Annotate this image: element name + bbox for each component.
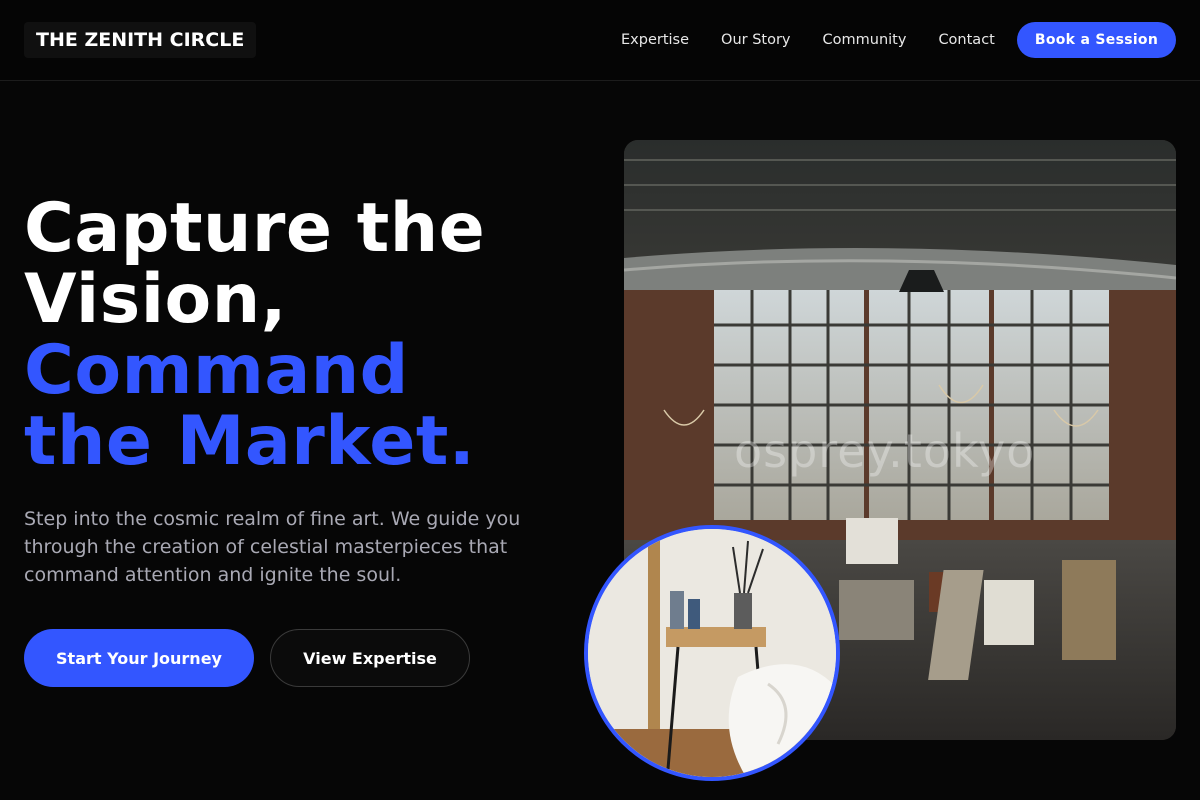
navbar: THE ZENITH CIRCLE Expertise Our Story Co… [0, 0, 1200, 81]
nav-link-our-story[interactable]: Our Story [721, 30, 790, 50]
nav-link-community[interactable]: Community [823, 30, 907, 50]
headline-line-1: Capture the [24, 189, 486, 268]
book-session-button[interactable]: Book a Session [1017, 22, 1176, 58]
paintbrush-table-photo [584, 525, 840, 781]
nav-links: Expertise Our Story Community Contact [621, 30, 1027, 50]
headline-line-4: the Market. [24, 402, 476, 481]
start-journey-button[interactable]: Start Your Journey [24, 629, 254, 687]
brand-logo[interactable]: THE ZENITH CIRCLE [24, 22, 257, 58]
hero-subtext: Step into the cosmic realm of fine art. … [24, 508, 521, 586]
view-expertise-button[interactable]: View Expertise [270, 629, 470, 687]
nav-link-expertise[interactable]: Expertise [621, 30, 689, 50]
headline-line-3: Command [24, 331, 409, 410]
image-watermark: osprey.tokyo [734, 424, 1036, 478]
hero-headline: Capture the Vision, Command the Market. [24, 193, 584, 477]
nav-link-contact[interactable]: Contact [938, 30, 994, 50]
headline-line-2: Vision, [24, 260, 287, 339]
paintbrush-table-illustration [588, 529, 836, 777]
